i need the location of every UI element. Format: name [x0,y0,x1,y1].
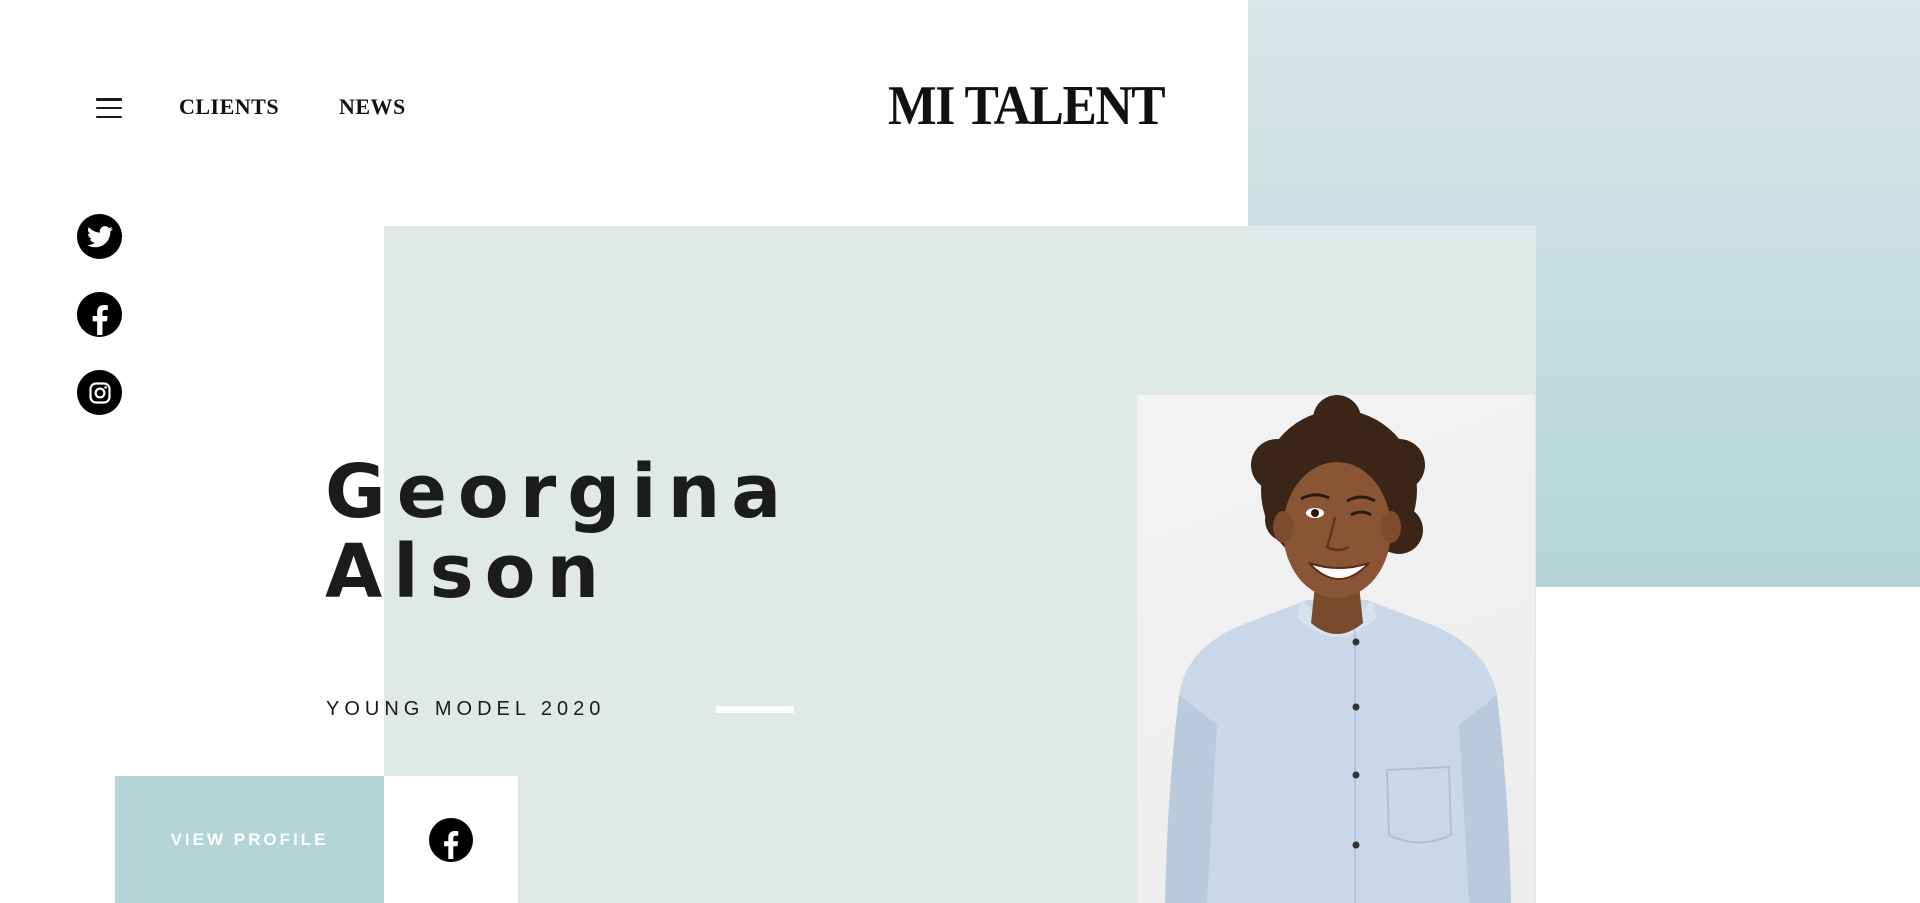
menu-line [96,98,122,101]
nav-link-news[interactable]: NEWS [339,94,406,120]
model-photo [1137,395,1535,903]
model-name: Georgina Alson [325,452,792,612]
nav-link-clients[interactable]: CLIENTS [179,94,279,120]
model-last-name: Alson [325,529,611,615]
hamburger-menu-icon[interactable] [96,98,122,118]
model-subtitle: YOUNG MODEL 2020 [326,698,606,720]
view-profile-button[interactable]: VIEW PROFILE [115,776,384,903]
instagram-icon[interactable] [77,370,122,415]
facebook-icon [429,817,473,862]
share-facebook-button[interactable] [384,776,518,903]
decorative-line [716,706,794,713]
menu-line [96,106,122,110]
twitter-icon[interactable] [77,214,122,259]
brand-logo[interactable]: MI TALENT [888,76,1166,136]
model-first-name: Georgina [325,449,793,535]
facebook-icon[interactable] [77,292,122,337]
menu-line [96,115,122,118]
